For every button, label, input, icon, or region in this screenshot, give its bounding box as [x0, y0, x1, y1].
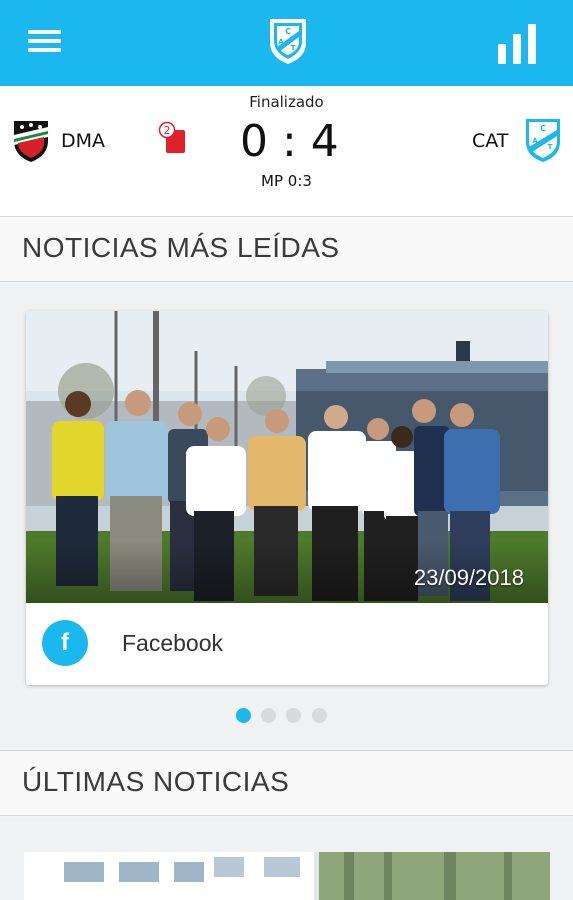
- svg-text:C: C: [540, 124, 546, 133]
- carousel-dot-4[interactable]: [312, 708, 327, 723]
- home-team-crest-icon: [14, 121, 48, 162]
- most-read-carousel[interactable]: 23/09/2018 f Facebook: [0, 283, 573, 750]
- svg-text:A: A: [278, 38, 284, 46]
- bar-chart-icon[interactable]: [497, 22, 539, 64]
- latest-news-thumbnail[interactable]: [24, 852, 550, 900]
- match-score: 0 : 4: [240, 116, 339, 167]
- svg-text:T: T: [548, 143, 553, 151]
- red-card-count: 2: [164, 124, 171, 137]
- hamburger-menu-icon[interactable]: [28, 28, 62, 56]
- svg-text:T: T: [291, 44, 296, 52]
- carousel-dot-1[interactable]: [236, 708, 251, 723]
- news-photo[interactable]: [26, 311, 548, 603]
- latest-news-list[interactable]: [0, 817, 573, 900]
- news-date: 23/09/2018: [413, 565, 524, 590]
- svg-text:A: A: [532, 137, 538, 145]
- away-team-crest-icon: C A T: [526, 119, 560, 162]
- match-status: Finalizado: [249, 93, 324, 111]
- club-crest-icon[interactable]: C A T: [268, 17, 308, 65]
- most-read-header: NOTICIAS MÁS LEÍDAS: [0, 216, 573, 282]
- facebook-icon: f: [42, 620, 88, 666]
- news-card[interactable]: 23/09/2018 f Facebook: [26, 311, 548, 685]
- section-title: NOTICIAS MÁS LEÍDAS: [22, 232, 340, 263]
- match-summary[interactable]: Finalizado DMA 2 0 : 4 MP 0:3 CAT C A T: [0, 86, 573, 216]
- home-team-name: DMA: [61, 130, 106, 152]
- carousel-dot-3[interactable]: [286, 708, 301, 723]
- news-source-name: Facebook: [122, 630, 224, 656]
- away-team-name: CAT: [472, 130, 509, 152]
- svg-text:C: C: [285, 27, 291, 36]
- latest-news-header: ÚLTIMAS NOTICIAS: [0, 750, 573, 816]
- app-bar: C A T: [0, 0, 573, 86]
- red-card-icon: 2: [158, 121, 185, 153]
- news-source-row[interactable]: f Facebook: [26, 603, 548, 685]
- carousel-dot-2[interactable]: [261, 708, 276, 723]
- aggregate-score: MP 0:3: [261, 172, 312, 190]
- section-title: ÚLTIMAS NOTICIAS: [22, 766, 290, 797]
